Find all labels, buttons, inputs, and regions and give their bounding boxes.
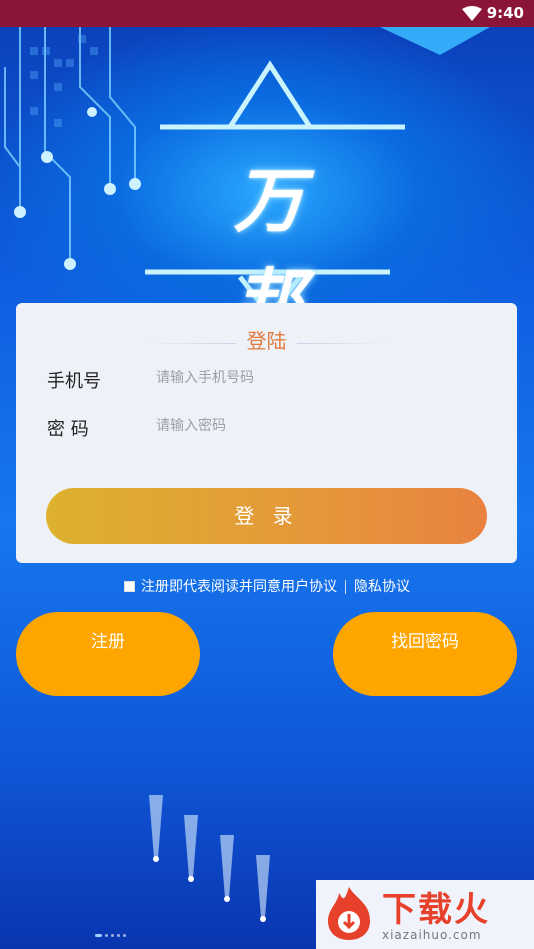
- phone-input[interactable]: [156, 365, 476, 391]
- status-time: 9:40: [486, 4, 524, 22]
- phone-label: 手机号: [47, 371, 101, 392]
- register-button[interactable]: 注册: [16, 612, 200, 696]
- agreement-separator: [345, 580, 346, 594]
- light-beams-graphic: [149, 795, 270, 922]
- password-label: 密 码: [47, 419, 89, 440]
- watermark-url: xiazaihuo.com: [382, 928, 482, 942]
- agreement-row: 注册即代表阅读并同意用户协议 隐私协议: [0, 576, 534, 596]
- password-input[interactable]: [156, 413, 476, 439]
- page-indicator: [95, 922, 129, 941]
- page-dot: [117, 934, 120, 937]
- login-title: 登陆: [246, 329, 287, 353]
- page-dot: [123, 934, 126, 937]
- flame-logo-icon: [328, 887, 370, 940]
- login-button[interactable]: 登 录: [46, 488, 487, 544]
- page-dot: [111, 934, 114, 937]
- title-divider-right: [297, 343, 387, 344]
- page-dot: [105, 934, 108, 937]
- watermark: 下载火 xiazaihuo.com: [316, 880, 534, 949]
- status-bar: 9:40: [0, 0, 534, 27]
- agreement-checkbox[interactable]: [124, 580, 135, 592]
- privacy-link[interactable]: 隐私协议: [354, 579, 410, 595]
- logo-text: 万 邦: [234, 160, 326, 327]
- app-screen: 9:40 万 邦 登陆 手机号 请输入手机号码 密 码 登 录 注册即代表阅读并…: [0, 0, 534, 949]
- user-agreement-link[interactable]: 用户协议: [281, 579, 337, 595]
- hero-banner: 万 邦: [0, 27, 534, 327]
- page-dot-active: [95, 934, 102, 937]
- agreement-prefix: 注册即代表阅读并同意: [141, 579, 281, 595]
- recover-password-button[interactable]: 找回密码: [333, 612, 517, 696]
- watermark-title: 下载火: [382, 890, 490, 930]
- login-card: 登陆 手机号 密 码 登 录: [16, 303, 517, 563]
- wifi-icon: [462, 6, 482, 21]
